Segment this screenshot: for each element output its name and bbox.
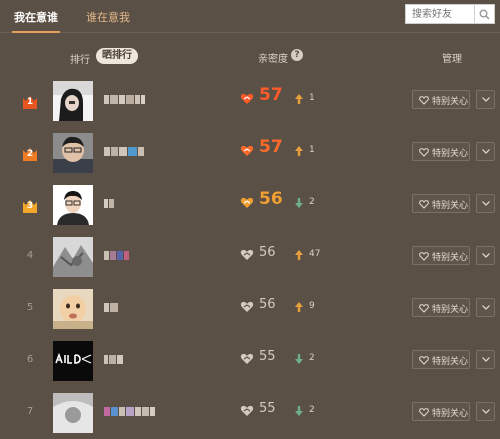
more-options-button[interactable]: [476, 142, 495, 161]
rank-crown-icon: 2: [22, 146, 38, 162]
intimacy-score: 57: [259, 85, 283, 105]
trend-up-icon: [295, 146, 303, 156]
avatar[interactable]: [53, 289, 93, 329]
rank-change: 1: [309, 93, 315, 103]
trend-down-icon: [295, 354, 303, 364]
trend-up-icon: [295, 302, 303, 312]
intimacy-heart-icon: [240, 197, 254, 208]
friend-name-redacted: [104, 95, 146, 105]
intimacy-score: 56: [259, 245, 276, 260]
rank-change: 2: [309, 353, 315, 363]
more-options-button[interactable]: [476, 402, 495, 421]
search-input[interactable]: [405, 4, 475, 24]
special-care-button[interactable]: 特别关心: [412, 90, 470, 109]
heart-outline-icon: [419, 96, 429, 105]
heart-outline-icon: [419, 408, 429, 417]
chevron-down-icon: [482, 305, 490, 310]
chevron-down-icon: [482, 409, 490, 414]
intimacy-heart-icon: [240, 301, 254, 312]
heart-outline-icon: [419, 252, 429, 261]
intimacy-heart-icon: [240, 93, 254, 104]
more-options-button[interactable]: [476, 194, 495, 213]
heart-outline-icon: [419, 200, 429, 209]
trend-up-icon: [295, 250, 303, 260]
list-item: 7 55 2 特别关心: [0, 387, 500, 439]
list-item: 6 55 2 特别关心: [0, 335, 500, 387]
search-icon: [479, 9, 490, 20]
list-item: 1 57 1 特别关心: [0, 75, 500, 127]
special-care-button[interactable]: 特别关心: [412, 246, 470, 265]
trend-up-icon: [295, 94, 303, 104]
rank-change: 47: [309, 249, 321, 259]
list-header: 排行 晒排行 亲密度 ? 管理: [0, 40, 500, 74]
trend-down-icon: [295, 198, 303, 208]
rank-crown-icon: 1: [22, 94, 38, 110]
rank-change: 1: [309, 145, 315, 155]
intimacy-score: 57: [259, 137, 283, 157]
intimacy-score: 56: [259, 297, 276, 312]
list-item: 3 56 2 特别关心: [0, 179, 500, 231]
intimacy-heart-icon: [240, 249, 254, 260]
special-care-button[interactable]: 特别关心: [412, 142, 470, 161]
avatar[interactable]: [53, 393, 93, 433]
intimacy-heart-icon: [240, 353, 254, 364]
rank-crown-icon: 3: [22, 198, 38, 214]
intimacy-heart-icon: [240, 405, 254, 416]
trend-down-icon: [295, 406, 303, 416]
friend-name-redacted: [104, 251, 130, 261]
rank-number: 5: [26, 302, 34, 313]
friend-name-redacted: [104, 147, 145, 157]
heart-outline-icon: [419, 304, 429, 313]
intimacy-score: 56: [259, 189, 283, 209]
rank-number: 7: [26, 406, 34, 417]
list-item: 5 56 9 特别关心: [0, 283, 500, 335]
chevron-down-icon: [482, 97, 490, 102]
friend-name-redacted: [104, 303, 119, 313]
rank-change: 2: [309, 197, 315, 207]
friend-name-redacted: [104, 407, 156, 417]
tab-who-cares-about-me[interactable]: 谁在意我: [86, 9, 130, 25]
friend-name-redacted: [104, 199, 115, 209]
chevron-down-icon: [482, 253, 490, 258]
share-rank-button[interactable]: 晒排行: [96, 48, 138, 64]
more-options-button[interactable]: [476, 298, 495, 317]
special-care-button[interactable]: 特别关心: [412, 194, 470, 213]
help-icon[interactable]: ?: [291, 49, 303, 61]
more-options-button[interactable]: [476, 246, 495, 265]
rank-number: 4: [26, 250, 34, 261]
list-item: 2 57 1 特别关心: [0, 127, 500, 179]
intimacy-score: 55: [259, 349, 276, 364]
rank-number: 6: [26, 354, 34, 365]
avatar[interactable]: [53, 341, 93, 381]
heart-outline-icon: [419, 356, 429, 365]
avatar[interactable]: [53, 237, 93, 277]
manage-column-label: 管理: [442, 54, 462, 65]
friend-name-redacted: [104, 355, 124, 365]
heart-outline-icon: [419, 148, 429, 157]
intimacy-column-label: 亲密度: [258, 54, 288, 65]
chevron-down-icon: [482, 201, 490, 206]
special-care-button[interactable]: 特别关心: [412, 350, 470, 369]
special-care-button[interactable]: 特别关心: [412, 402, 470, 421]
rank-change: 9: [309, 301, 315, 311]
tab-bar: 我在意谁 谁在意我: [0, 0, 500, 33]
list-item: 4 56 47 特别关心: [0, 231, 500, 283]
avatar[interactable]: [53, 81, 93, 121]
rank-change: 2: [309, 405, 315, 415]
chevron-down-icon: [482, 357, 490, 362]
intimacy-score: 55: [259, 401, 276, 416]
avatar[interactable]: [53, 185, 93, 225]
chevron-down-icon: [482, 149, 490, 154]
more-options-button[interactable]: [476, 90, 495, 109]
intimacy-heart-icon: [240, 145, 254, 156]
special-care-button[interactable]: 特别关心: [412, 298, 470, 317]
more-options-button[interactable]: [476, 350, 495, 369]
tab-i-care-about[interactable]: 我在意谁: [12, 9, 60, 33]
rank-column-label[interactable]: 排行: [70, 51, 90, 66]
avatar[interactable]: [53, 133, 93, 173]
search-button[interactable]: [475, 4, 495, 24]
